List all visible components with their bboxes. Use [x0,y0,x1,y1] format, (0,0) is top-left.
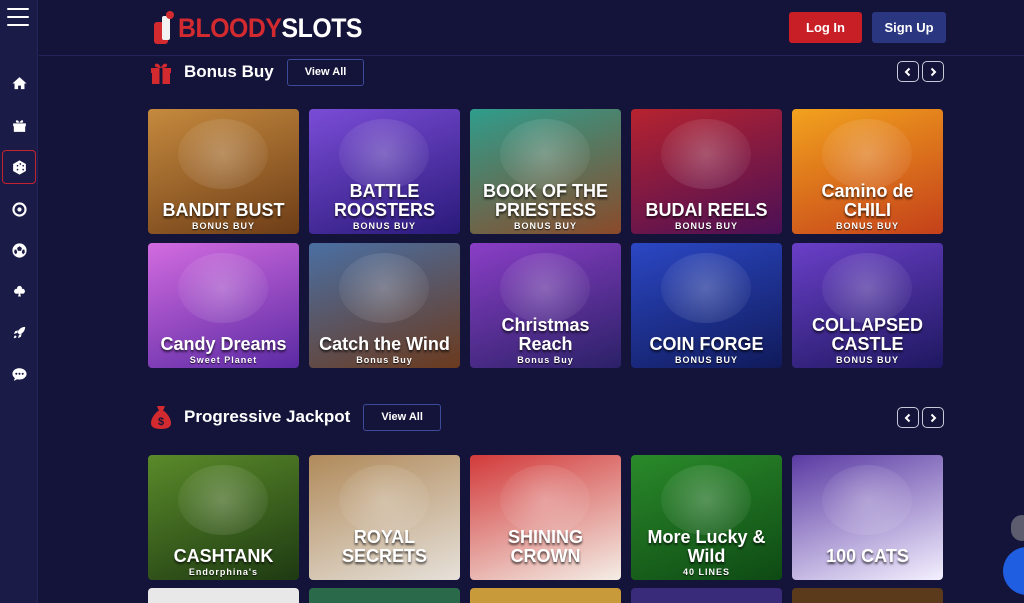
money-bag-icon: $ [148,403,174,431]
gift-icon[interactable] [2,108,36,142]
game-tile[interactable]: Candy Dreams Sweet Planet [148,243,299,368]
game-title: 100 CATS [826,546,909,566]
tile-artwork [178,253,268,323]
game-tile[interactable]: CASHTANK Endorphina's [148,455,299,580]
game-title: Camino de CHILI [821,181,914,220]
game-tile[interactable]: COLLAPSED CASTLE BONUS BUY [792,243,943,368]
logo-text: BLOODYSLOTS [178,13,362,44]
chevron-right-icon[interactable] [922,61,944,82]
game-tile[interactable]: BUDAI REELS BONUS BUY [631,109,782,234]
chevron-right-icon[interactable] [922,407,944,428]
view-all-button[interactable]: View All [286,58,365,86]
game-title: More Lucky & Wild [647,527,766,566]
game-title: BOOK OF THE PRIESTESS [483,181,608,220]
game-tile[interactable] [631,588,782,603]
tile-artwork [661,465,751,535]
game-tile[interactable]: COIN FORGE BONUS BUY [631,243,782,368]
top-header: BLOODYSLOTS Log In Sign Up [39,0,1024,56]
svg-text:$: $ [158,416,164,428]
game-subtitle: BONUS BUY [513,221,577,231]
login-button[interactable]: Log In [789,12,862,43]
game-tile[interactable] [309,588,460,603]
game-title: BATTLE ROOSTERS [333,181,435,220]
game-subtitle: Sweet Planet [189,355,258,365]
dice-icon[interactable] [2,150,36,184]
game-tile[interactable]: BOOK OF THE PRIESTESS BONUS BUY [470,109,621,234]
game-tile[interactable] [470,588,621,603]
logo-text-part2: SLOTS [281,12,363,43]
section-header-progressive-jackpot: $ Progressive Jackpot View All [148,403,441,431]
tile-artwork [822,119,912,189]
soccer-ball-icon[interactable] [2,233,36,267]
game-title: Christmas Reach [501,315,590,354]
game-subtitle: 40 LINES [682,567,730,577]
game-subtitle: Bonus Buy [356,355,413,365]
tile-artwork [339,119,429,189]
game-subtitle: BONUS BUY [191,221,255,231]
chat-icon[interactable] [2,357,36,391]
tile-artwork [661,119,751,189]
game-subtitle: BONUS BUY [674,221,738,231]
game-tile[interactable] [148,588,299,603]
game-title: COLLAPSED CASTLE [811,315,923,354]
game-subtitle: Endorphina's [188,567,259,577]
view-all-button[interactable]: View All [363,403,441,431]
game-subtitle: BONUS BUY [674,355,738,365]
roulette-icon[interactable] [2,192,36,226]
carousel-arrows [897,61,944,82]
chevron-left-icon[interactable] [897,61,919,82]
tile-artwork [178,465,268,535]
chevron-left-icon[interactable] [897,407,919,428]
game-tile[interactable]: Christmas Reach Bonus Buy [470,243,621,368]
section-header-bonus-buy: Bonus Buy View All [148,58,365,86]
game-tile[interactable]: ROYAL SECRETS [309,455,460,580]
tile-artwork [178,119,268,189]
gift-icon [148,58,174,86]
cards-icon[interactable] [2,274,36,308]
game-subtitle: Bonus Buy [517,355,574,365]
rocket-icon[interactable] [2,315,36,349]
game-subtitle: BONUS BUY [835,221,899,231]
game-title: Catch the Wind [319,334,450,354]
logo[interactable]: BLOODYSLOTS [154,8,378,48]
game-title: CASHTANK [173,546,274,566]
section-title: Progressive Jackpot [184,407,351,426]
logo-mark-icon [154,10,176,46]
carousel-arrows [897,407,944,428]
game-tile[interactable] [792,588,943,603]
game-tile[interactable]: Camino de CHILI BONUS BUY [792,109,943,234]
game-title: SHINING CROWN [507,527,583,566]
tile-artwork [500,253,590,323]
game-title: BANDIT BUST [162,200,285,220]
menu-icon[interactable] [7,8,29,26]
logo-text-part1: BLOODY [178,12,282,43]
game-tile[interactable]: BATTLE ROOSTERS BONUS BUY [309,109,460,234]
game-tile[interactable]: 100 CATS [792,455,943,580]
game-tile[interactable]: BANDIT BUST BONUS BUY [148,109,299,234]
sidebar [0,0,38,603]
scroll-top-button[interactable] [1011,515,1024,541]
tile-artwork [500,465,590,535]
signup-button[interactable]: Sign Up [872,12,946,43]
game-title: COIN FORGE [649,334,764,354]
game-tile[interactable]: More Lucky & Wild 40 LINES [631,455,782,580]
home-icon[interactable] [2,66,36,100]
tile-artwork [822,465,912,535]
tile-artwork [339,465,429,535]
live-chat-button[interactable] [1003,547,1024,595]
tile-artwork [339,253,429,323]
game-subtitle: BONUS BUY [352,221,416,231]
tile-artwork [500,119,590,189]
game-title: BUDAI REELS [645,200,768,220]
tile-artwork [822,253,912,323]
game-tile[interactable]: SHINING CROWN [470,455,621,580]
game-subtitle: BONUS BUY [835,355,899,365]
game-title: ROYAL SECRETS [341,527,428,566]
section-title: Bonus Buy [184,62,274,81]
game-tile[interactable]: Catch the Wind Bonus Buy [309,243,460,368]
game-title: Candy Dreams [160,334,287,354]
tile-artwork [661,253,751,323]
